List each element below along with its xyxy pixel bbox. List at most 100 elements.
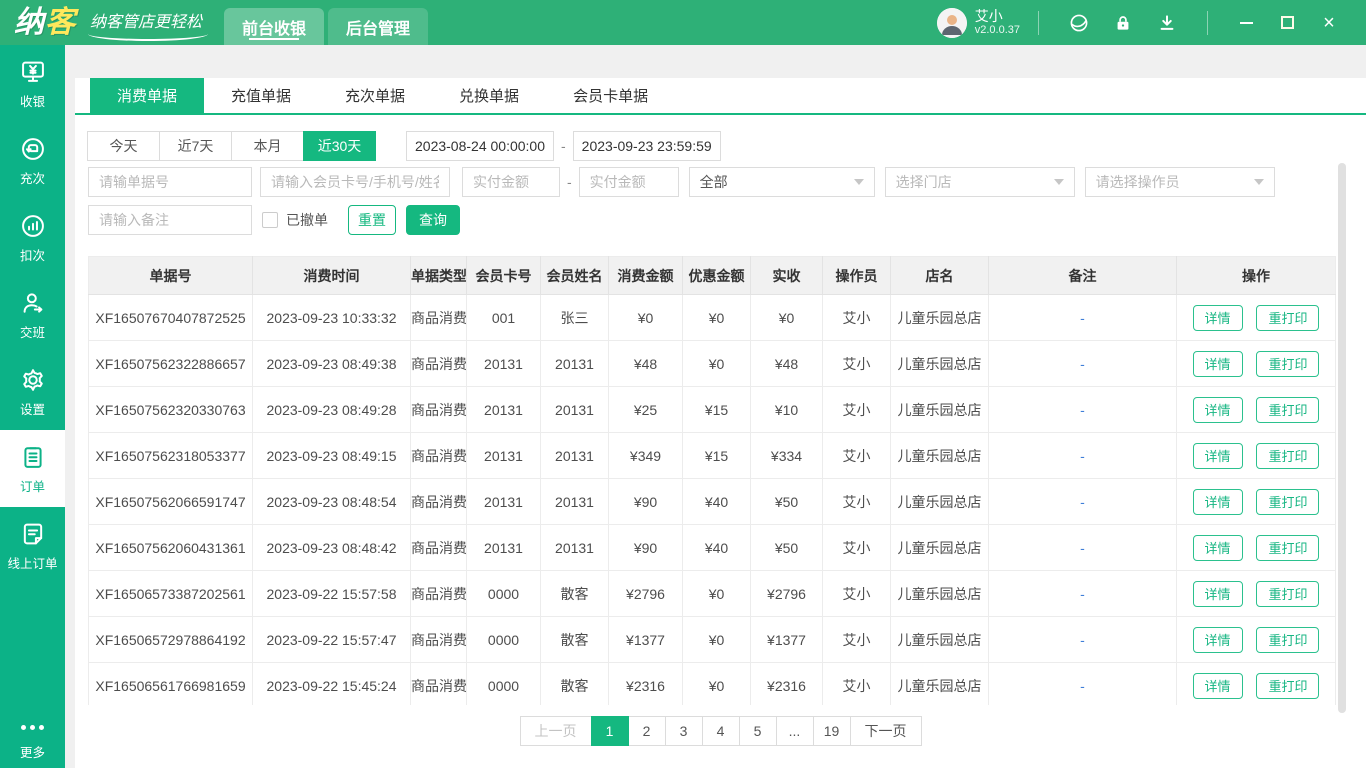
sidebar-item-more[interactable]: 更多 <box>0 710 65 768</box>
detail-button[interactable]: 详情 <box>1193 673 1243 699</box>
chevron-down-icon <box>1254 179 1264 185</box>
scrollbar-thumb[interactable] <box>1338 163 1346 713</box>
table-row: XF16506561766981659 2023-09-22 15:45:24 … <box>89 663 1336 706</box>
download-icon[interactable] <box>1156 12 1178 34</box>
cell-store: 儿童乐园总店 <box>891 479 989 525</box>
voided-checkbox-wrap[interactable]: 已撤单 <box>262 210 328 230</box>
operator-select-placeholder: 请选择操作员 <box>1096 172 1180 192</box>
page-number-button[interactable]: ... <box>776 716 814 746</box>
remark-input[interactable] <box>88 205 252 235</box>
cell-member-name: 20131 <box>541 479 609 525</box>
next-page-button[interactable]: 下一页 <box>850 716 922 746</box>
cell-paid: ¥50 <box>751 479 823 525</box>
maximize-button[interactable] <box>1281 16 1294 29</box>
page-number-button[interactable]: 5 <box>739 716 777 746</box>
cell-operator: 艾小 <box>823 341 891 387</box>
member-search-input[interactable] <box>260 167 450 197</box>
cell-operator: 艾小 <box>823 663 891 706</box>
cell-discount: ¥15 <box>683 433 751 479</box>
sidebar-item-deduct-times[interactable]: 扣次 <box>0 199 65 276</box>
cell-time: 2023-09-23 08:49:15 <box>253 433 411 479</box>
detail-button[interactable]: 详情 <box>1193 627 1243 653</box>
amount-max-input[interactable] <box>579 167 679 197</box>
quick-range-button[interactable]: 本月 <box>231 131 304 161</box>
scrollbar[interactable] <box>1338 163 1346 713</box>
table-header-cell: 优惠金额 <box>683 257 751 295</box>
quick-range-button[interactable]: 近30天 <box>303 131 376 161</box>
cell-discount: ¥0 <box>683 571 751 617</box>
nav-tab-back-admin[interactable]: 后台管理 <box>328 8 428 45</box>
cell-store: 儿童乐园总店 <box>891 387 989 433</box>
doc-tab[interactable]: 会员卡单据 <box>546 78 675 113</box>
operator-select[interactable]: 请选择操作员 <box>1085 167 1275 197</box>
date-to-input[interactable] <box>573 131 721 161</box>
cell-operator: 艾小 <box>823 479 891 525</box>
table-row: XF16507562066591747 2023-09-23 08:48:54 … <box>89 479 1336 525</box>
search-button[interactable]: 查询 <box>406 205 460 235</box>
nav-tab-front-cashier[interactable]: 前台收银 <box>224 8 324 45</box>
detail-button[interactable]: 详情 <box>1193 581 1243 607</box>
reprint-button[interactable]: 重打印 <box>1256 397 1319 423</box>
voided-checkbox[interactable] <box>262 212 278 228</box>
page-number-button[interactable]: 2 <box>628 716 666 746</box>
sidebar-item-shift-handover[interactable]: 交班 <box>0 276 65 353</box>
cell-paid: ¥50 <box>751 525 823 571</box>
amount-min-input[interactable] <box>462 167 560 197</box>
avatar[interactable] <box>937 8 967 38</box>
doc-tab[interactable]: 充值单据 <box>204 78 318 113</box>
sidebar-item-cashier[interactable]: 收银 <box>0 45 65 122</box>
date-from-input[interactable] <box>406 131 554 161</box>
document-tabs: 消费单据 充值单据 充次单据 兑换单据 会员卡单据 <box>75 78 1366 115</box>
cell-paid: ¥48 <box>751 341 823 387</box>
quick-range-group: 今天 近7天 本月 近30天 <box>88 131 376 161</box>
page-number-button[interactable]: 4 <box>702 716 740 746</box>
reprint-button[interactable]: 重打印 <box>1256 305 1319 331</box>
doc-tab[interactable]: 兑换单据 <box>432 78 546 113</box>
cashier-icon <box>19 58 47 86</box>
reprint-button[interactable]: 重打印 <box>1256 627 1319 653</box>
cell-type: 商品消费 <box>411 433 467 479</box>
page-number-button[interactable]: 3 <box>665 716 703 746</box>
main-content: 消费单据 充值单据 充次单据 兑换单据 会员卡单据 今天 近7天 本月 <box>65 45 1366 768</box>
detail-button[interactable]: 详情 <box>1193 535 1243 561</box>
reprint-button[interactable]: 重打印 <box>1256 535 1319 561</box>
detail-button[interactable]: 详情 <box>1193 489 1243 515</box>
cell-actions: 详情 重打印 <box>1177 663 1336 706</box>
prev-page-button[interactable]: 上一页 <box>520 716 592 746</box>
lock-icon[interactable] <box>1112 12 1134 34</box>
sidebar-item-online-orders[interactable]: 线上订单 <box>0 507 65 584</box>
sidebar-item-settings[interactable]: 设置 <box>0 353 65 430</box>
reprint-button[interactable]: 重打印 <box>1256 443 1319 469</box>
sidebar-item-recharge-times[interactable]: 充次 <box>0 122 65 199</box>
cell-actions: 详情 重打印 <box>1177 433 1336 479</box>
cell-operator: 艾小 <box>823 571 891 617</box>
quick-range-button[interactable]: 近7天 <box>159 131 232 161</box>
reprint-button[interactable]: 重打印 <box>1256 351 1319 377</box>
reprint-button[interactable]: 重打印 <box>1256 489 1319 515</box>
detail-button[interactable]: 详情 <box>1193 443 1243 469</box>
detail-button[interactable]: 详情 <box>1193 305 1243 331</box>
detail-button[interactable]: 详情 <box>1193 351 1243 377</box>
close-button[interactable]: × <box>1320 14 1338 32</box>
cell-member-name: 散客 <box>541 617 609 663</box>
reprint-button[interactable]: 重打印 <box>1256 581 1319 607</box>
sidebar: 收银 充次 扣次 交班 设置 <box>0 45 65 768</box>
page-number-button[interactable]: 19 <box>813 716 851 746</box>
type-select[interactable]: 全部 <box>689 167 875 197</box>
page-number-button[interactable]: 1 <box>591 716 629 746</box>
order-no-input[interactable] <box>88 167 252 197</box>
detail-button[interactable]: 详情 <box>1193 397 1243 423</box>
cell-paid: ¥10 <box>751 387 823 433</box>
cell-time: 2023-09-23 08:48:42 <box>253 525 411 571</box>
quick-range-button[interactable]: 今天 <box>87 131 160 161</box>
reprint-button[interactable]: 重打印 <box>1256 673 1319 699</box>
cell-operator: 艾小 <box>823 295 891 341</box>
reset-button[interactable]: 重置 <box>348 205 396 235</box>
doc-tab[interactable]: 消费单据 <box>90 78 204 113</box>
store-select[interactable]: 选择门店 <box>885 167 1075 197</box>
minimize-button[interactable] <box>1240 22 1253 24</box>
sidebar-item-orders[interactable]: 订单 <box>0 430 65 507</box>
cell-type: 商品消费 <box>411 295 467 341</box>
support-icon[interactable] <box>1068 12 1090 34</box>
doc-tab[interactable]: 充次单据 <box>318 78 432 113</box>
